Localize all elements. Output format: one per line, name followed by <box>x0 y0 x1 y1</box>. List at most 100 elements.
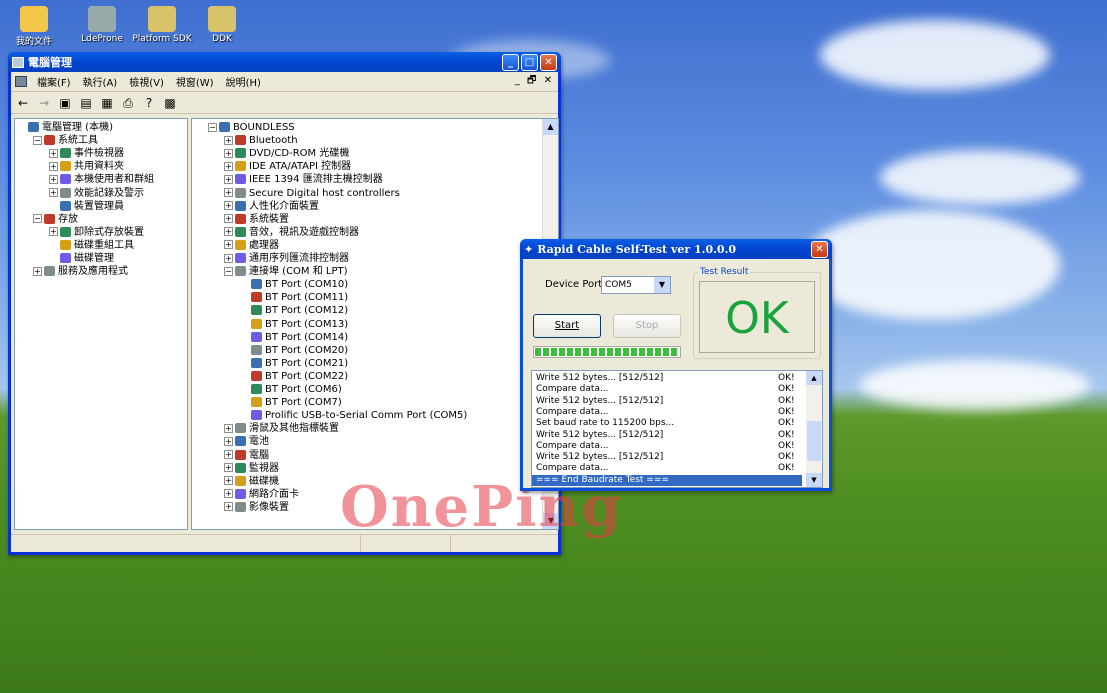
tree-node[interactable]: Prolific USB-to-Serial Comm Port (COM5) <box>240 409 467 423</box>
log-line[interactable]: Compare data... OK! <box>536 407 802 418</box>
tree-node[interactable]: + 電腦 <box>224 449 269 463</box>
expander-icon[interactable]: + <box>224 240 233 250</box>
scroll-down-button[interactable]: ▼ <box>806 473 822 487</box>
menu-item[interactable]: 檢視(V) <box>129 74 164 89</box>
tree-node[interactable]: + 電池 <box>224 435 269 449</box>
tree-node[interactable]: + 磁碟機 <box>224 475 279 489</box>
log-line[interactable]: Write 512 bytes... [512/512] OK! <box>536 396 802 407</box>
tree-node[interactable]: BT Port (COM11) <box>240 291 348 305</box>
desktop-icon[interactable]: Platform SDK <box>132 6 192 44</box>
expander-icon[interactable]: + <box>224 188 233 197</box>
log-line[interactable]: Compare data... OK! <box>536 441 802 452</box>
expander-icon[interactable]: + <box>49 148 58 158</box>
left-tree-pane[interactable]: 電腦管理 (本機) − 系統工具 + 事件檢視器 + 共用資料夾 + 本機使用者和群組 + 效能記錄… <box>14 118 188 530</box>
expander-icon[interactable]: + <box>224 148 233 158</box>
tree-node[interactable]: + 網路介面卡 <box>224 488 299 502</box>
expander-icon[interactable]: + <box>224 476 233 486</box>
tree-node[interactable]: BT Port (COM22) <box>240 370 348 384</box>
tree-node[interactable]: + 事件檢視器 <box>49 147 124 161</box>
expander-icon[interactable]: + <box>224 174 233 184</box>
tree-node[interactable]: BT Port (COM14) <box>240 331 348 345</box>
tree-node[interactable]: + 音效，視訊及遊戲控制器 <box>224 226 359 240</box>
tree-node[interactable]: BT Port (COM10) <box>240 278 348 292</box>
maximize-button[interactable]: □ <box>521 53 538 71</box>
tree-node[interactable]: − 連接埠 (COM 和 LPT) <box>224 265 348 279</box>
tree-node[interactable]: BT Port (COM12) <box>240 304 348 318</box>
dialog-title-bar[interactable]: ✦ Rapid Cable Self-Test ver 1.0.0.0 ✕ <box>520 239 832 259</box>
tree-node[interactable]: BT Port (COM13) <box>240 318 348 332</box>
child-window-controls[interactable]: _ 🗗 ✕ <box>515 73 554 90</box>
up-folder-icon[interactable]: ▣ <box>57 95 73 111</box>
log-line[interactable]: Write 512 bytes... [512/512] OK! <box>536 373 802 384</box>
scroll-up-button[interactable]: ▲ <box>806 371 822 385</box>
tree-node[interactable]: 磁碟重組工具 <box>49 239 134 253</box>
desktop-icon[interactable]: DDK <box>192 6 252 44</box>
tree-node[interactable]: 裝置管理員 <box>49 200 124 214</box>
tree-node[interactable]: + 本機使用者和群組 <box>49 173 154 187</box>
back-arrow-icon[interactable]: ← <box>15 95 31 111</box>
tree-node[interactable]: 電腦管理 (本機) <box>17 121 113 135</box>
expander-icon[interactable]: − <box>224 266 233 276</box>
tree-node[interactable]: + 效能記錄及警示 <box>49 187 144 201</box>
log-line[interactable]: Set baud rate to 115200 bps... OK! <box>536 418 802 429</box>
expander-icon[interactable]: + <box>224 214 233 224</box>
menu-item[interactable]: 檔案(F) <box>37 74 71 89</box>
tree-node[interactable]: + IEEE 1394 匯流排主機控制器 <box>224 173 383 187</box>
menu-item[interactable]: 視窗(W) <box>176 74 214 89</box>
log-line[interactable]: === End Baudrate Test === <box>532 474 802 486</box>
log-list[interactable]: ▲ ▼ Write 512 bytes... [512/512] OK! Compa… <box>531 370 823 488</box>
close-button[interactable]: ✕ <box>540 53 557 71</box>
tree-node[interactable]: BT Port (COM6) <box>240 383 342 397</box>
log-line[interactable]: Write 512 bytes... [512/512] OK! <box>536 430 802 441</box>
title-bar[interactable]: 電腦管理 _ □ ✕ <box>8 52 561 72</box>
expander-icon[interactable]: + <box>33 266 42 276</box>
dialog-close-button[interactable]: ✕ <box>811 240 828 258</box>
device-tree-pane[interactable]: ▲ ▼ − BOUNDLESS + Bluetooth + DVD/CD-ROM 光碟機 +… <box>191 118 559 530</box>
expander-icon[interactable]: + <box>224 450 233 459</box>
tree-node[interactable]: + 系統裝置 <box>224 213 289 227</box>
chevron-down-icon[interactable]: ▼ <box>654 277 670 293</box>
tree-node[interactable]: − BOUNDLESS <box>208 121 295 135</box>
expander-icon[interactable]: + <box>224 253 233 263</box>
forward-arrow-icon[interactable]: → <box>36 95 52 111</box>
log-line[interactable]: Write 512 bytes... [512/512] OK! <box>536 452 802 463</box>
tree-node[interactable]: + DVD/CD-ROM 光碟機 <box>224 147 349 161</box>
print-icon[interactable]: ⎙ <box>120 95 136 111</box>
expander-icon[interactable]: + <box>224 489 233 499</box>
tree-node[interactable]: + 通用序列匯流排控制器 <box>224 252 349 266</box>
tree-node[interactable]: BT Port (COM21) <box>240 357 348 371</box>
menu-item[interactable]: 執行(A) <box>83 74 118 89</box>
expander-icon[interactable]: + <box>224 135 233 145</box>
help-icon[interactable]: ? <box>141 95 157 111</box>
tree-node[interactable]: + 滑鼠及其他指標裝置 <box>224 422 339 436</box>
expander-icon[interactable]: + <box>49 188 58 197</box>
tree-node[interactable]: − 系統工具 <box>33 134 98 148</box>
tree-node[interactable]: + Secure Digital host controllers <box>224 187 400 201</box>
expander-icon[interactable]: + <box>224 201 233 211</box>
expander-icon[interactable]: − <box>33 135 42 145</box>
tree-node[interactable]: + 服務及應用程式 <box>33 265 128 279</box>
scroll-thumb[interactable] <box>807 421 821 461</box>
tree-node[interactable]: + IDE ATA/ATAPI 控制器 <box>224 160 351 174</box>
expander-icon[interactable]: + <box>224 161 233 171</box>
log-line[interactable]: Compare data... OK! <box>536 463 802 474</box>
expander-icon[interactable]: − <box>33 214 42 224</box>
tree-node[interactable]: + 共用資料夾 <box>49 160 124 174</box>
device-port-select[interactable]: COM5 ▼ <box>601 276 671 294</box>
show-hide-tree-icon[interactable]: ▤ <box>78 95 94 111</box>
expander-icon[interactable]: + <box>224 502 233 512</box>
menu-item[interactable]: 說明(H) <box>226 74 261 89</box>
tree-node[interactable]: BT Port (COM7) <box>240 396 342 410</box>
tree-node[interactable]: + 人性化介面裝置 <box>224 200 319 214</box>
tree-node[interactable]: + Bluetooth <box>224 134 298 148</box>
desktop-icon[interactable]: LdeProne <box>72 6 132 44</box>
log-scrollbar[interactable]: ▲ ▼ <box>806 371 822 487</box>
tree-node[interactable]: + 處理器 <box>224 239 279 253</box>
start-button[interactable]: Start <box>533 314 601 338</box>
expander-icon[interactable]: + <box>224 436 233 446</box>
expander-icon[interactable]: + <box>49 161 58 171</box>
device-icon[interactable]: ▩ <box>162 95 178 111</box>
tree-node[interactable]: + 影像裝置 <box>224 501 289 515</box>
stop-button[interactable]: Stop <box>613 314 681 338</box>
tree-node[interactable]: BT Port (COM20) <box>240 344 348 358</box>
